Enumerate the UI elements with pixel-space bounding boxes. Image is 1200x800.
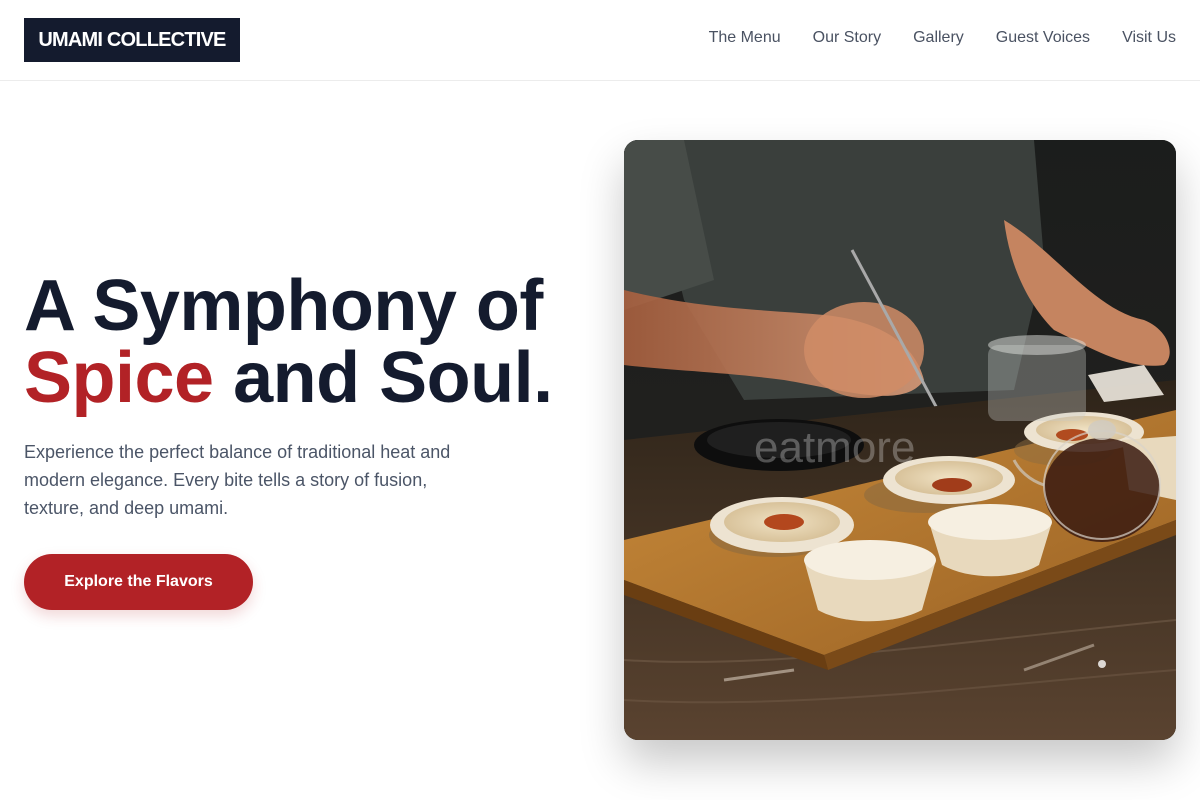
hero-subtitle: Experience the perfect balance of tradit…	[24, 442, 451, 518]
hero-title-rest: and Soul.	[213, 338, 553, 418]
site-header: UMAMI COLLECTIVE The Menu Our Story Gall…	[0, 0, 1200, 81]
explore-flavors-button[interactable]: Explore the Flavors	[24, 554, 253, 610]
nav-link-visit-us[interactable]: Visit Us	[1122, 29, 1176, 47]
nav-link-gallery[interactable]: Gallery	[913, 29, 964, 47]
hero-image-chef-plating: eatmore	[624, 140, 1176, 740]
hero-title: A Symphony of Spice and Soul.	[24, 270, 604, 414]
hero-title-line1: A Symphony of	[24, 266, 543, 346]
nav-link-our-story[interactable]: Our Story	[813, 29, 881, 47]
main-nav: The Menu Our Story Gallery Guest Voices …	[709, 29, 1176, 47]
brand-logo[interactable]: UMAMI COLLECTIVE	[24, 18, 240, 62]
hero-image-illustration: eatmore	[624, 140, 1176, 740]
hero-title-accent: Spice	[24, 338, 214, 418]
nav-link-guest-voices[interactable]: Guest Voices	[996, 29, 1090, 47]
nav-link-the-menu[interactable]: The Menu	[709, 29, 781, 47]
image-watermark-text: eatmore	[754, 423, 915, 472]
